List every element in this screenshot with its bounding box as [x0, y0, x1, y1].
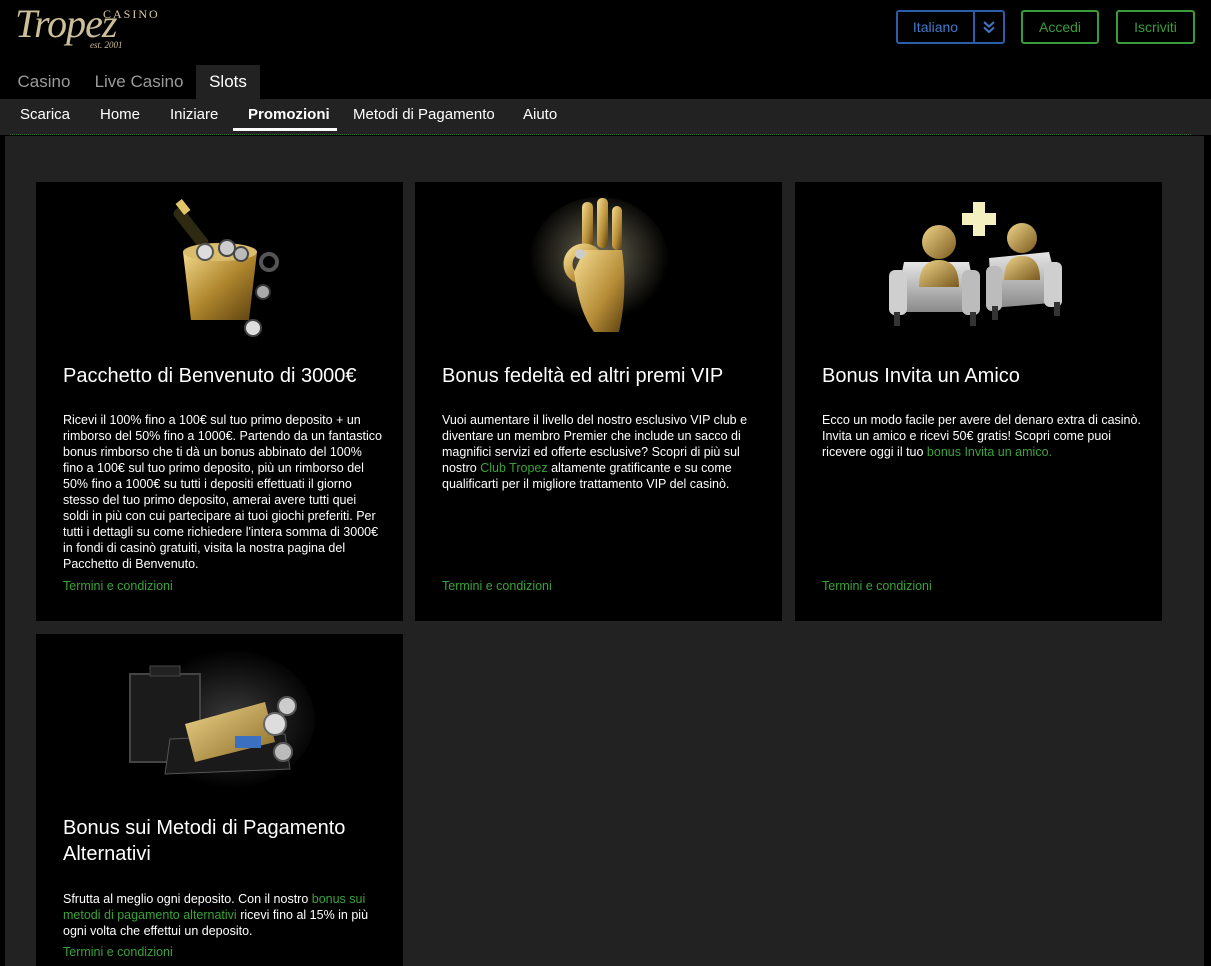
login-button[interactable]: Accedi — [1021, 10, 1099, 44]
champagne-bucket-icon — [36, 192, 403, 342]
promo-card-vip: Bonus fedeltà ed altri premi VIP Vuoi au… — [415, 182, 782, 621]
terms-link[interactable]: Termini e condizioni — [442, 579, 552, 593]
promo-title: Bonus fedeltà ed altri premi VIP — [442, 365, 724, 387]
tab-live-casino[interactable]: Live Casino — [87, 65, 191, 99]
language-label: Italiano — [898, 12, 975, 42]
briefcase-card-icon — [36, 644, 403, 794]
promo-card-refer-friend: Bonus Invita un Amico Ecco un modo facil… — [795, 182, 1162, 621]
subnav-aiuto[interactable]: Aiuto — [523, 106, 557, 123]
promo-description: Ricevi il 100% fino a 100€ sul tuo primo… — [63, 413, 382, 571]
promo-description: Vuoi aumentare il livello del nostro esc… — [442, 413, 748, 491]
refer-friend-link[interactable]: bonus Invita un amico. — [927, 445, 1052, 459]
subnav-metodi-di-pagamento[interactable]: Metodi di Pagamento — [353, 106, 495, 123]
casino-tropez-logo[interactable]: CASINO Tropez est. 2001 — [15, 0, 158, 52]
terms-link[interactable]: Termini e condizioni — [63, 579, 173, 593]
subnav-scarica[interactable]: Scarica — [20, 106, 70, 123]
product-tabs: Casino Live Casino Slots — [0, 65, 1211, 99]
promo-card-payment-methods: Bonus sui Metodi di Pagamento Alternativ… — [36, 634, 403, 966]
double-chevron-down-icon — [983, 21, 995, 34]
promo-card-welcome: Pacchetto di Benvenuto di 3000€ Ricevi i… — [36, 182, 403, 621]
promo-title: Bonus Invita un Amico — [822, 365, 1020, 387]
tab-casino[interactable]: Casino — [8, 65, 80, 99]
tab-slots[interactable]: Slots — [196, 65, 260, 99]
register-button[interactable]: Iscriviti — [1116, 10, 1195, 44]
logo-brand-text: Tropez — [15, 1, 117, 46]
promo-description: Ecco un modo facile per avere del denaro… — [822, 413, 1141, 459]
terms-link[interactable]: Termini e condizioni — [822, 579, 932, 593]
subnav-divider — [10, 134, 1191, 135]
header: CASINO Tropez est. 2001 Italiano Accedi … — [0, 0, 1211, 65]
figures-armchairs-icon — [795, 192, 1162, 342]
active-subnav-indicator — [233, 128, 337, 131]
terms-link[interactable]: Termini e condizioni — [63, 945, 173, 959]
promo-title: Bonus sui Metodi di Pagamento Alternativ… — [63, 817, 346, 865]
sub-navigation: Scarica Home Iniziare Promozioni Metodi … — [0, 99, 1211, 135]
club-tropez-link[interactable]: Club Tropez — [480, 461, 547, 475]
logo-est-text: est. 2001 — [90, 40, 123, 50]
subnav-iniziare[interactable]: Iniziare — [170, 106, 218, 123]
promo-title: Pacchetto di Benvenuto di 3000€ — [63, 365, 357, 387]
subnav-home[interactable]: Home — [100, 106, 140, 123]
golden-hand-icon — [415, 192, 782, 342]
promo-description: Sfrutta al meglio ogni deposito. Con il … — [63, 892, 369, 938]
subnav-promozioni[interactable]: Promozioni — [248, 106, 330, 123]
language-dropdown-toggle[interactable] — [975, 12, 1003, 42]
language-selector[interactable]: Italiano — [896, 10, 1005, 44]
